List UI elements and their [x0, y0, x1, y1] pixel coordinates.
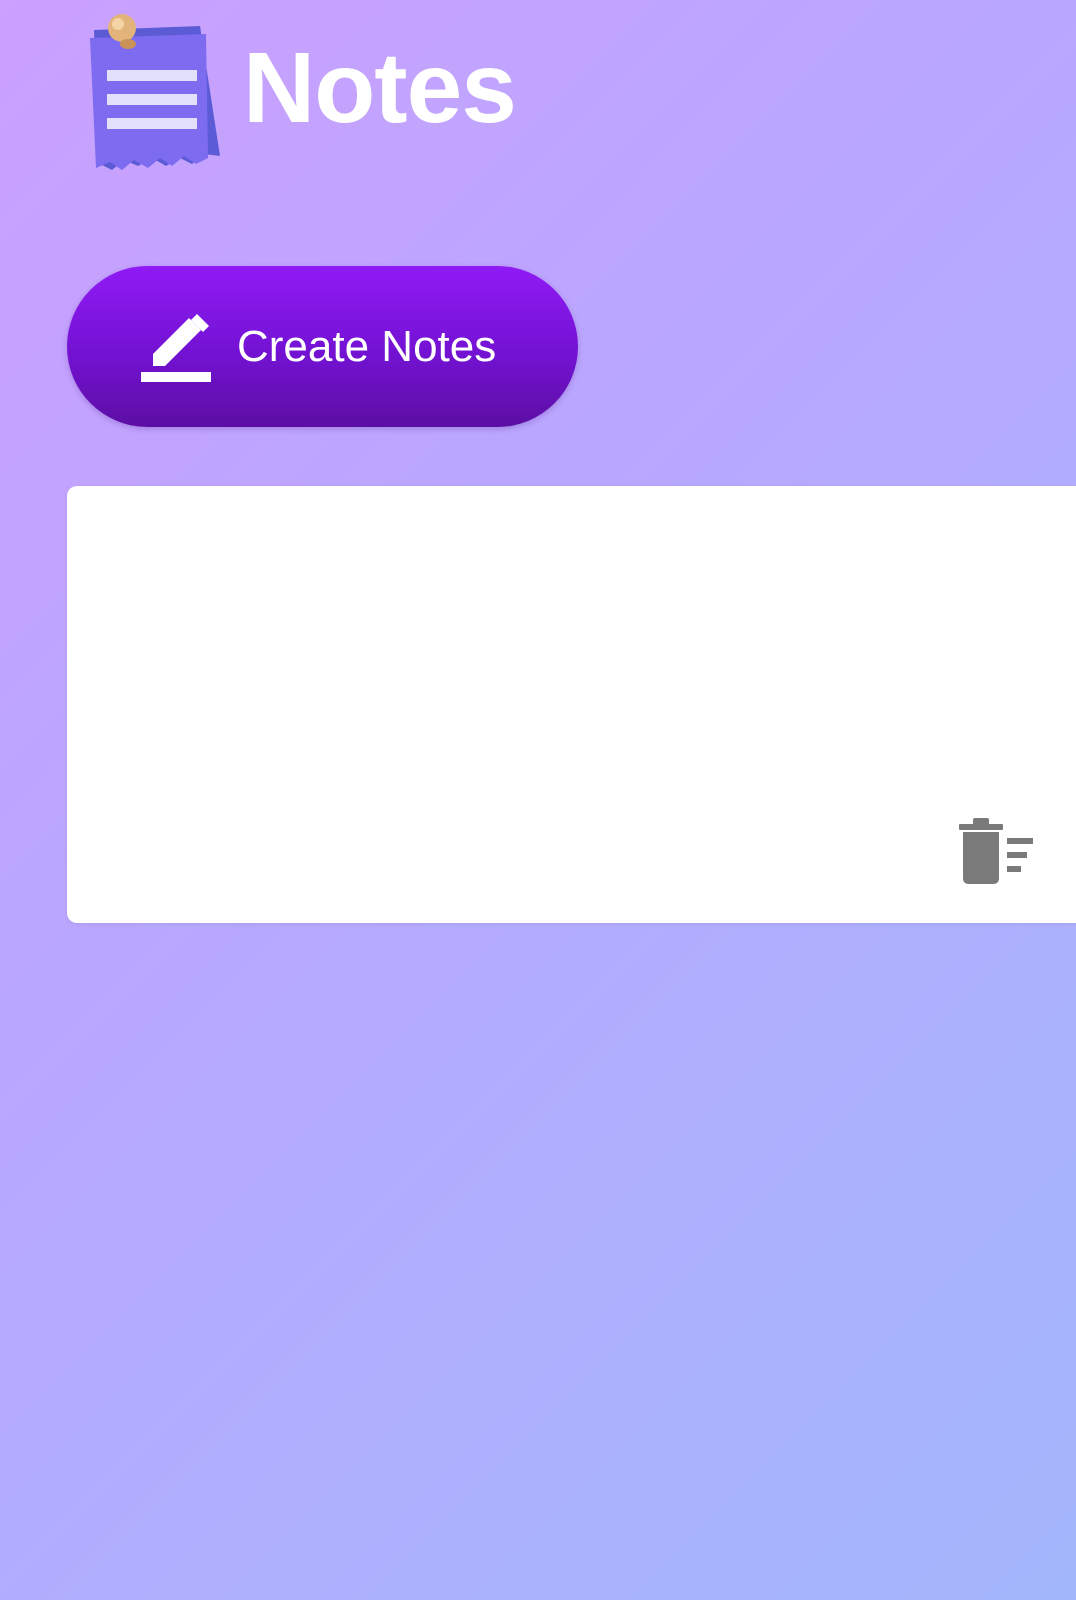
app-header: Notes [82, 8, 517, 178]
delete-sweep-icon[interactable] [957, 816, 1037, 886]
notes-logo-icon [82, 8, 227, 178]
pencil-edit-icon [141, 313, 211, 382]
note-content[interactable] [67, 486, 1076, 923]
create-notes-button[interactable]: Create Notes [67, 266, 578, 427]
page-title: Notes [243, 31, 517, 144]
create-notes-label: Create Notes [237, 321, 497, 371]
note-card[interactable] [67, 486, 1076, 923]
